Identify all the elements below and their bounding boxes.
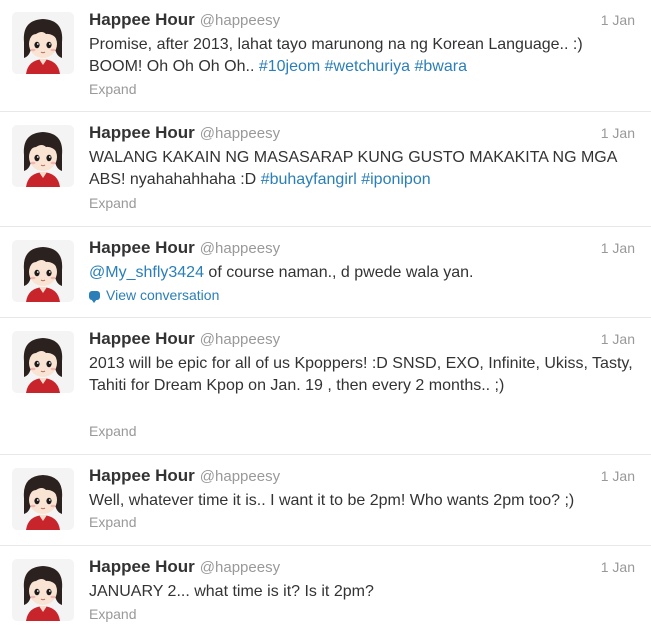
author-name[interactable]: Happee Hour bbox=[89, 466, 195, 485]
tweet-timestamp[interactable]: 1 Jan bbox=[601, 468, 635, 484]
hashtag-link[interactable]: #10jeom bbox=[259, 58, 320, 75]
tweet-timestamp[interactable]: 1 Jan bbox=[601, 12, 635, 28]
tweet-timestamp[interactable]: 1 Jan bbox=[601, 331, 635, 347]
author-handle[interactable]: @happeesy bbox=[200, 559, 280, 576]
hashtag-link[interactable]: #wetchuriya bbox=[325, 58, 410, 75]
tweet-item[interactable]: Happee Hour @happeesy 1 Jan WALANG KAKAIN… bbox=[0, 113, 651, 227]
tweet-timestamp[interactable]: 1 Jan bbox=[601, 240, 635, 256]
hashtag-link[interactable]: #buhayfangirl bbox=[261, 171, 357, 188]
expand-link[interactable]: Expand bbox=[89, 514, 136, 530]
expand-link[interactable]: Expand bbox=[89, 81, 136, 97]
tweet-text-segment: Well, whatever time it is.. I want it to… bbox=[89, 492, 575, 509]
tweet-timestamp[interactable]: 1 Jan bbox=[601, 559, 635, 575]
author-handle[interactable]: @happeesy bbox=[200, 468, 280, 485]
expand-link[interactable]: Expand bbox=[89, 606, 136, 622]
tweet-text-segment: of course naman., d pwede wala yan. bbox=[203, 264, 474, 281]
tweet-text: 2013 will be epic for all of us Kpoppers… bbox=[89, 353, 634, 397]
mention-link[interactable]: @My_shfly3424 bbox=[89, 264, 204, 281]
tweet-text: @My_shfly3424 of course naman., d pwede … bbox=[89, 262, 634, 284]
tweet-text-segment: JANUARY 2... what time is it? Is it 2pm? bbox=[89, 583, 374, 600]
hashtag-link[interactable]: #iponipon bbox=[361, 171, 430, 188]
view-conversation-label: View conversation bbox=[106, 287, 220, 303]
tweet-header: Happee Hour @happeesy bbox=[89, 123, 280, 143]
tweet-item[interactable]: Happee Hour @happeesy 1 Jan Well, whateve… bbox=[0, 456, 651, 546]
tweet-item[interactable]: Happee Hour @happeesy 1 Jan 2013 will be … bbox=[0, 319, 651, 455]
avatar-girl-icon[interactable] bbox=[12, 559, 74, 621]
author-name[interactable]: Happee Hour bbox=[89, 329, 195, 348]
tweet-text: Well, whatever time it is.. I want it to… bbox=[89, 490, 634, 512]
author-name[interactable]: Happee Hour bbox=[89, 10, 195, 29]
author-handle[interactable]: @happeesy bbox=[200, 331, 280, 348]
author-name[interactable]: Happee Hour bbox=[89, 123, 195, 142]
avatar-girl-icon[interactable] bbox=[12, 331, 74, 393]
author-handle[interactable]: @happeesy bbox=[200, 240, 280, 257]
author-handle[interactable]: @happeesy bbox=[200, 125, 280, 142]
tweet-item[interactable]: Happee Hour @happeesy 1 Jan JANUARY 2... … bbox=[0, 547, 651, 636]
tweet-timestamp[interactable]: 1 Jan bbox=[601, 125, 635, 141]
avatar-girl-icon[interactable] bbox=[12, 12, 74, 74]
expand-link[interactable]: Expand bbox=[89, 423, 136, 439]
author-name[interactable]: Happee Hour bbox=[89, 238, 195, 257]
tweet-text: WALANG KAKAIN NG MASASARAP KUNG GUSTO MA… bbox=[89, 147, 634, 191]
tweet-header: Happee Hour @happeesy bbox=[89, 238, 280, 258]
tweet-header: Happee Hour @happeesy bbox=[89, 329, 280, 349]
hashtag-link[interactable]: #bwara bbox=[414, 58, 466, 75]
expand-link[interactable]: Expand bbox=[89, 195, 136, 211]
tweet-header: Happee Hour @happeesy bbox=[89, 10, 280, 30]
tweet-text-segment: 2013 will be epic for all of us Kpoppers… bbox=[89, 355, 633, 394]
view-conversation-link[interactable]: View conversation bbox=[89, 287, 219, 303]
avatar-girl-icon[interactable] bbox=[12, 468, 74, 530]
speech-bubble-icon bbox=[89, 291, 100, 303]
avatar-girl-icon[interactable] bbox=[12, 125, 74, 187]
author-name[interactable]: Happee Hour bbox=[89, 557, 195, 576]
tweet-header: Happee Hour @happeesy bbox=[89, 557, 280, 577]
tweet-header: Happee Hour @happeesy bbox=[89, 466, 280, 486]
avatar-girl-icon[interactable] bbox=[12, 240, 74, 302]
author-handle[interactable]: @happeesy bbox=[200, 12, 280, 29]
tweet-item[interactable]: Happee Hour @happeesy 1 Jan @My_shfly3424… bbox=[0, 228, 651, 318]
tweet-text: JANUARY 2... what time is it? Is it 2pm? bbox=[89, 581, 634, 603]
tweet-text: Promise, after 2013, lahat tayo marunong… bbox=[89, 34, 634, 78]
tweet-item[interactable]: Happee Hour @happeesy 1 Jan Promise, afte… bbox=[0, 0, 651, 112]
